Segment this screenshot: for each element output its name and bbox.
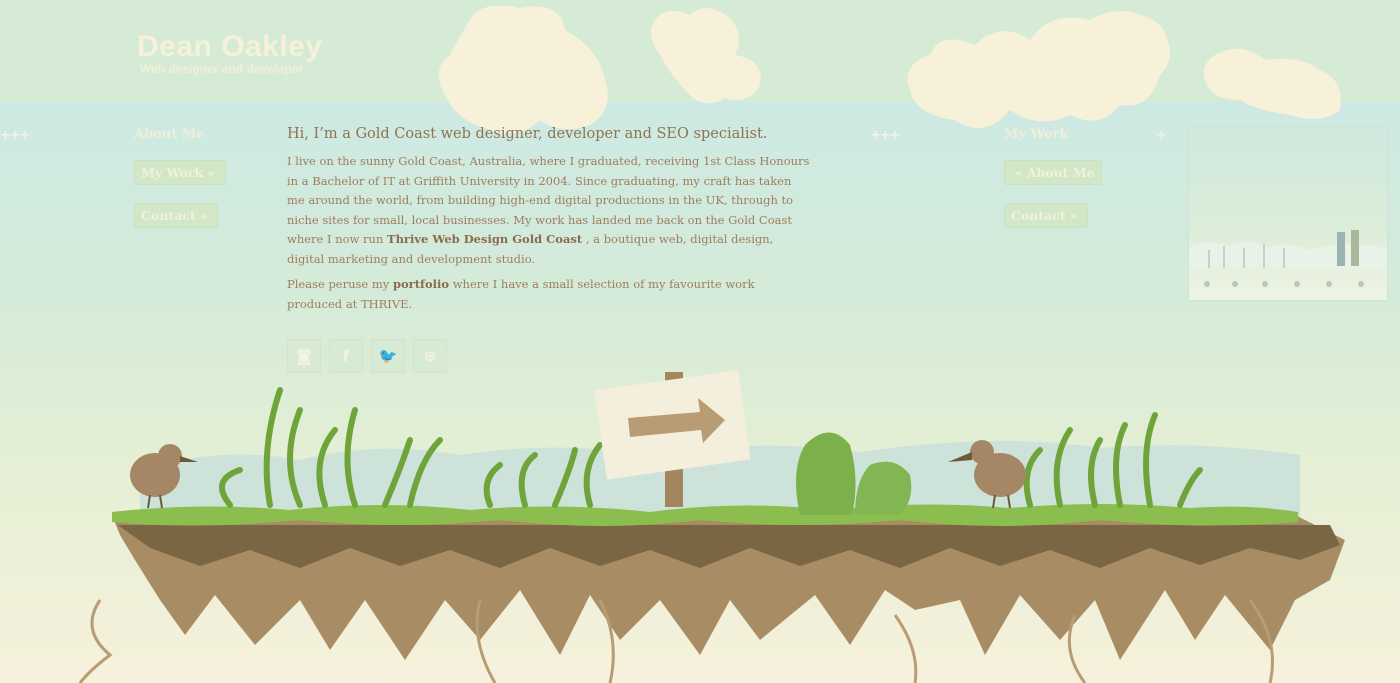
intro-text: Please peruse my (287, 277, 393, 291)
decor-plus: +++ (0, 128, 31, 143)
site-title[interactable]: Dean Oakley (137, 30, 323, 64)
chevron-left-icon: « (1015, 165, 1023, 180)
button-label: Contact (1011, 208, 1066, 223)
grass-blades (219, 387, 1203, 508)
button-label: My Work (141, 165, 204, 180)
distant-hills (140, 440, 1300, 520)
kiwi-bird-right (948, 440, 1026, 509)
chevron-right-icon: » (1069, 208, 1078, 223)
intro-paragraph: I live on the sunny Gold Coast, Australi… (287, 152, 812, 269)
decor-plus: +++ (870, 128, 901, 143)
cloud (907, 11, 1170, 128)
arrow-right-icon (628, 398, 725, 443)
island-earth (112, 515, 1345, 660)
left-nav: About Me My Work» Contact» (134, 127, 226, 228)
contact-button[interactable]: Contact» (134, 203, 219, 228)
cloud (651, 8, 761, 104)
intro-heading: Hi, I’m a Gold Coast web designer, devel… (287, 126, 768, 142)
intro-content: Hi, I’m a Gold Coast web designer, devel… (287, 126, 812, 320)
kiwi-bird-left (130, 444, 198, 509)
cloud (438, 5, 608, 134)
island-soil-band (118, 525, 1340, 568)
nav-heading-about[interactable]: About Me (134, 127, 226, 142)
portfolio-thumbnail[interactable] (1188, 127, 1388, 301)
nav-heading-work[interactable]: My Work (1004, 127, 1102, 142)
right-nav: My Work «About Me Contact» (1004, 127, 1102, 228)
portfolio-link[interactable]: portfolio (393, 277, 449, 291)
twitter-icon[interactable]: 🐦 (371, 339, 405, 373)
decor-plus: + (1156, 128, 1167, 143)
roots (78, 599, 1274, 683)
social-links: ◙ f 🐦 ⊛ (287, 339, 447, 373)
portfolio-paragraph: Please peruse my portfolio where I have … (287, 275, 812, 314)
contact-button[interactable]: Contact» (1004, 203, 1089, 228)
button-label: About Me (1026, 165, 1095, 180)
about-me-button[interactable]: «About Me (1004, 160, 1102, 185)
dribbble-icon[interactable]: ⊛ (413, 339, 447, 373)
button-label: Contact (141, 208, 196, 223)
my-work-button[interactable]: My Work» (134, 160, 226, 185)
chevron-right-icon: » (207, 165, 215, 180)
chevron-right-icon: » (199, 208, 208, 223)
thrive-link[interactable]: Thrive Web Design Gold Coast (387, 232, 582, 246)
cloud (1203, 48, 1341, 119)
island-grass (112, 504, 1298, 526)
facebook-icon[interactable]: f (329, 339, 363, 373)
cacti (796, 432, 912, 515)
instagram-icon[interactable]: ◙ (287, 339, 321, 373)
thumbnail-illustration (1189, 230, 1387, 287)
signpost (594, 370, 751, 507)
site-tagline: Web designer and developer (140, 62, 304, 76)
